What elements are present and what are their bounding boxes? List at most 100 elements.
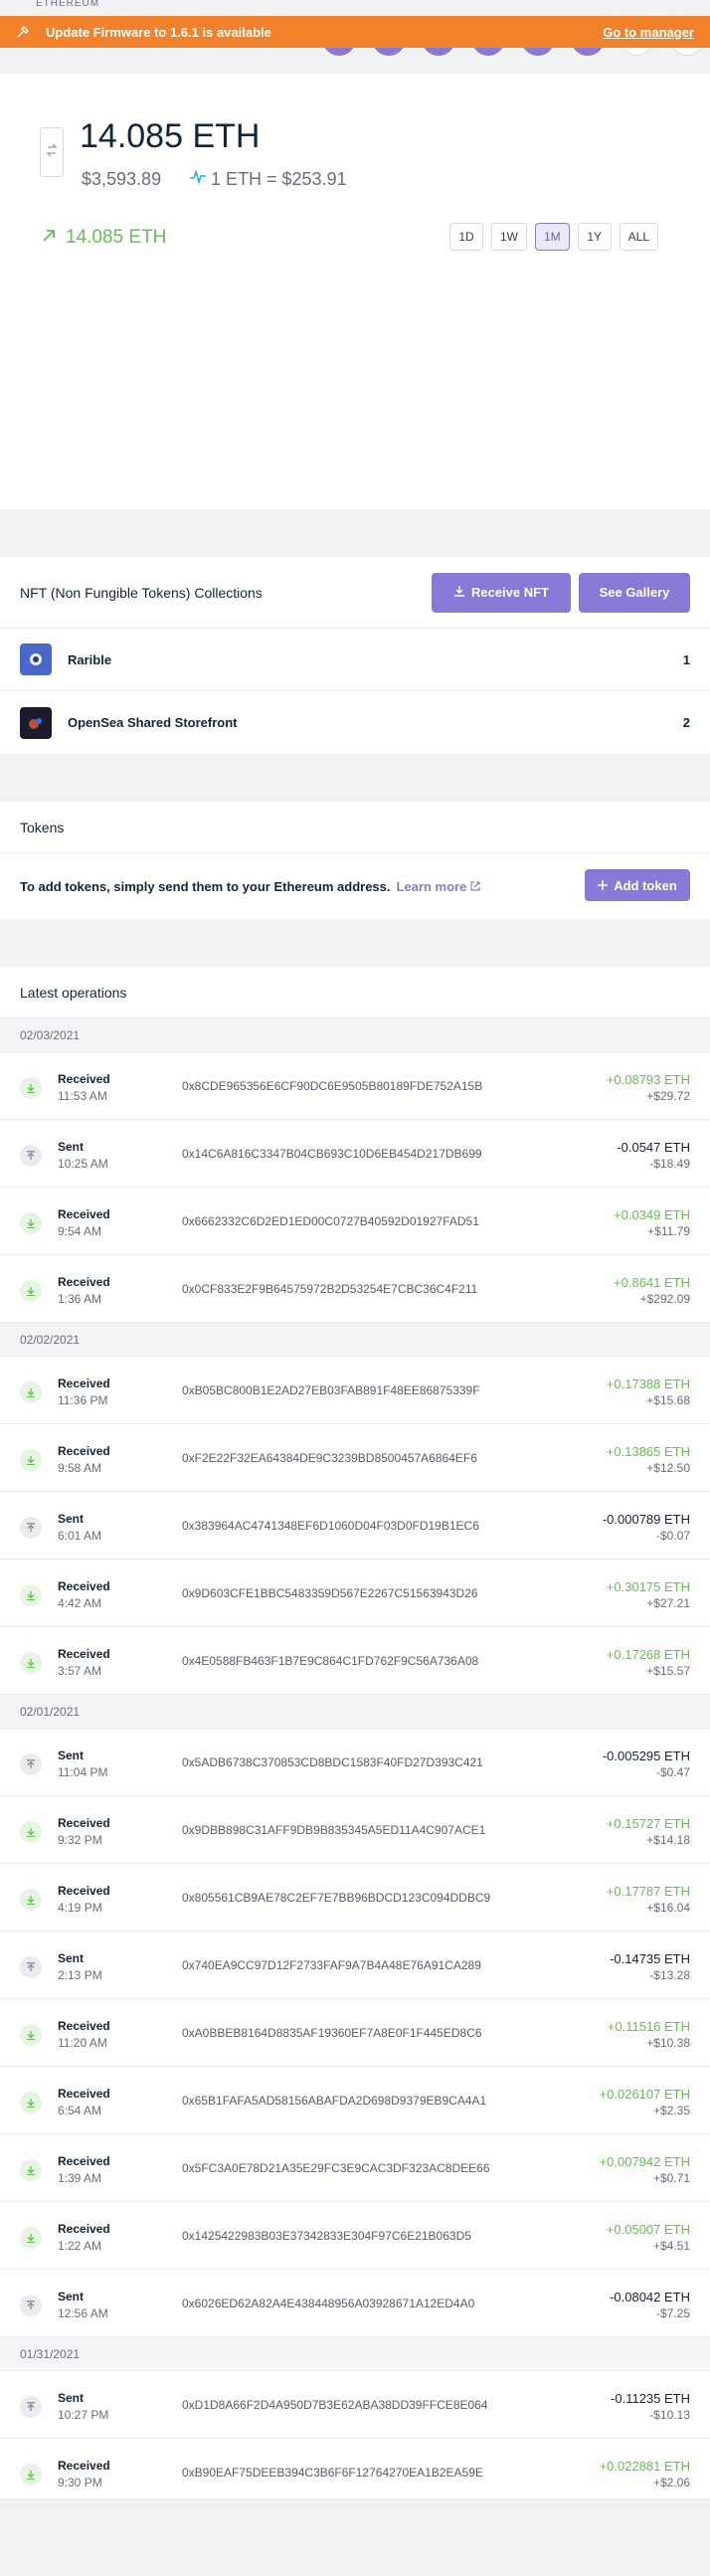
operation-row[interactable]: Sent 10:27 PM 0xD1D8A66F2D4A950D7B3E62ABA3… <box>0 2371 710 2439</box>
operation-row[interactable]: Received 4:19 PM 0x805561CB9AE78C2EF7E7BB9… <box>0 1864 710 1932</box>
rarible-logo <box>20 644 52 675</box>
range-1y[interactable]: 1Y <box>577 223 612 251</box>
operation-row[interactable]: Received 6:54 AM 0x65B1FAFA5AD58156ABAFDA2… <box>0 2067 710 2134</box>
nft-collection-name: OpenSea Shared Storefront <box>68 715 238 730</box>
operation-fiat: +$2.35 <box>652 2104 690 2117</box>
operation-hash: 0x9D603CFE1BBC5483359D567E2267C51563943D… <box>182 1586 478 1600</box>
crypto-label: ETHEREUM <box>36 0 100 9</box>
learn-more-link[interactable]: Learn more <box>397 879 481 894</box>
range-1d[interactable]: 1D <box>449 223 483 251</box>
operation-hash: 0x1425422983B03E37342833E304F97C6E21B063… <box>182 2229 471 2243</box>
operation-time: 9:32 PM <box>58 1833 102 1847</box>
operation-row[interactable]: Sent 11:04 PM 0x5ADB6738C370853CD8BDC1583F… <box>0 1729 710 1796</box>
receive-arrow-icon <box>20 1584 42 1606</box>
add-token-button[interactable]: Add token <box>585 869 690 901</box>
operation-type: Received <box>58 2154 110 2168</box>
operation-row[interactable]: Received 3:57 AM 0x4E0588FB463F1B7E9C864C1… <box>0 1627 710 1695</box>
balance-card: 14.085 ETH $3,593.89 1 ETH = $253.91 14.… <box>0 74 710 509</box>
operation-time: 4:19 PM <box>58 1901 102 1915</box>
operation-time: 9:58 AM <box>58 1461 102 1475</box>
operation-row[interactable]: Sent 6:01 AM 0x383964AC4741348EF6D1060D04F… <box>0 1492 710 1560</box>
operations-date-header: 02/01/2021 <box>0 1695 710 1729</box>
operation-type: Received <box>58 1647 110 1661</box>
operation-amount: -0.08042 ETH <box>610 2290 690 2304</box>
nft-collection-count: 2 <box>682 715 690 730</box>
operation-row[interactable]: Received 1:36 AM 0x0CF833E2F9B64575972B2D5… <box>0 1255 710 1323</box>
operation-time: 1:22 AM <box>58 2239 102 2253</box>
operation-fiat: +$0.71 <box>652 2171 690 2185</box>
operation-hash: 0xD1D8A66F2D4A950D7B3E62ABA38DD39FFCE8E0… <box>182 2398 488 2412</box>
operation-type: Received <box>58 1275 110 1289</box>
operation-row[interactable]: Received 11:53 AM 0x8CDE965356E6CF90DC6E95… <box>0 1052 710 1120</box>
operation-fiat: +$16.04 <box>646 1901 690 1915</box>
receive-arrow-icon <box>20 1381 42 1403</box>
operation-hash: 0x8CDE965356E6CF90DC6E9505B80189FDE752A1… <box>182 1079 483 1093</box>
operation-row[interactable]: Received 11:20 AM 0xA0BBEB8164D8835AF19360… <box>0 1999 710 2067</box>
opensea-logo <box>20 706 52 739</box>
operation-time: 9:30 PM <box>58 2476 102 2489</box>
operation-amount: +0.30175 ETH <box>606 1579 690 1594</box>
operation-fiat: +$29.72 <box>646 1089 690 1103</box>
operation-type: Received <box>58 2459 110 2473</box>
receive-arrow-icon <box>20 1280 42 1302</box>
swap-currency-button[interactable] <box>40 127 64 177</box>
operation-type: Received <box>58 1579 110 1593</box>
operation-time: 6:54 AM <box>58 2104 102 2117</box>
see-gallery-button[interactable]: See Gallery <box>579 572 690 613</box>
operation-fiat: +$15.57 <box>646 1664 690 1678</box>
operation-row[interactable]: Received 9:32 PM 0x9DBB898C31AFF9DB9B83534… <box>0 1796 710 1864</box>
range-1w[interactable]: 1W <box>491 223 527 251</box>
exchange-rate-text: 1 ETH = $253.91 <box>211 169 347 189</box>
operation-hash: 0x14C6A816C3347B04CB693C10D6EB454D217DB6… <box>182 1147 482 1161</box>
operation-time: 2:13 PM <box>58 1968 102 1982</box>
nft-collection-row[interactable]: Rarible 1 <box>0 629 710 691</box>
operation-amount: +0.0349 ETH <box>614 1207 690 1222</box>
go-to-manager-link[interactable]: Go to manager <box>603 25 694 40</box>
operation-time: 1:36 AM <box>58 1292 102 1306</box>
operation-amount: +0.17268 ETH <box>606 1647 690 1662</box>
operation-row[interactable]: Sent 2:13 PM 0x740EA9CC97D12F2733FAF9A7B4A… <box>0 1932 710 1999</box>
operation-row[interactable]: Received 1:39 AM 0x5FC3A0E78D21A35E29FC3E9… <box>0 2134 710 2202</box>
operation-type: Sent <box>58 2391 85 2405</box>
operation-amount: +0.05007 ETH <box>606 2222 690 2237</box>
operation-time: 11:04 PM <box>58 1765 108 1779</box>
operation-hash: 0x383964AC4741348EF6D1060D04F03D0FD19B1E… <box>182 1519 479 1533</box>
operation-amount: -0.11235 ETH <box>611 2391 690 2406</box>
operation-row[interactable]: Received 9:54 AM 0x6662332C6D2ED1ED00C0727… <box>0 1188 710 1255</box>
activity-icon <box>189 169 207 190</box>
tokens-card: Tokens To add tokens, simply send them t… <box>0 802 710 919</box>
range-1m[interactable]: 1M <box>535 223 570 251</box>
operation-amount: +0.08793 ETH <box>606 1072 690 1087</box>
operation-type: Sent <box>58 1748 85 1762</box>
operation-row[interactable]: Received 9:30 PM 0xB90EAF75DEEB394C3B6F6F1… <box>0 2439 710 2506</box>
operations-date-header: 02/02/2021 <box>0 1323 710 1357</box>
send-arrow-icon <box>20 2295 42 2316</box>
balance-fiat: $3,593.89 <box>82 169 162 189</box>
operation-row[interactable]: Received 9:58 AM 0xF2E22F32EA64384DE9C3239… <box>0 1424 710 1492</box>
operation-row[interactable]: Received 11:36 PM 0xB05BC800B1E2AD27EB03FA… <box>0 1357 710 1424</box>
operation-amount: +0.15727 ETH <box>606 1816 690 1831</box>
nft-collection-row[interactable]: OpenSea Shared Storefront 2 <box>0 691 710 754</box>
operation-fiat: +$12.50 <box>646 1461 690 1475</box>
balance-delta: 14.085 ETH <box>42 227 166 249</box>
operation-hash: 0x6662332C6D2ED1ED00C0727B40592D01927FAD… <box>182 1214 479 1228</box>
receive-nft-button[interactable]: Receive NFT <box>432 572 571 613</box>
range-all[interactable]: ALL <box>619 223 659 251</box>
operation-amount: +0.17787 ETH <box>606 1884 690 1899</box>
operation-row[interactable]: Sent 10:25 AM 0x14C6A816C3347B04CB693C10D6… <box>0 1120 710 1188</box>
operation-row[interactable]: Received 1:22 AM 0x1425422983B03E37342833E… <box>0 2202 710 2270</box>
nft-collections-card: NFT (Non Fungible Tokens) Collections Re… <box>0 557 710 754</box>
learn-more-label: Learn more <box>396 878 467 894</box>
operations-date-header: 01/31/2021 <box>0 2337 710 2371</box>
operation-type: Sent <box>58 1140 85 1154</box>
operation-row[interactable]: Received 4:42 AM 0x9D603CFE1BBC5483359D567… <box>0 1560 710 1627</box>
operation-time: 1:39 AM <box>58 2171 102 2185</box>
tokens-body: To add tokens, simply send them to your … <box>0 853 710 919</box>
operation-fiat: -$7.25 <box>655 2306 690 2320</box>
operation-row[interactable]: Sent 12:56 AM 0x6026ED62A82A4E438448956A03… <box>0 2270 710 2337</box>
operation-time: 10:25 AM <box>58 1157 108 1171</box>
operation-type: Sent <box>58 1951 85 1965</box>
operation-time: 11:53 AM <box>58 1089 107 1103</box>
swap-icon <box>46 142 58 163</box>
operation-amount: +0.026107 ETH <box>599 2087 690 2102</box>
